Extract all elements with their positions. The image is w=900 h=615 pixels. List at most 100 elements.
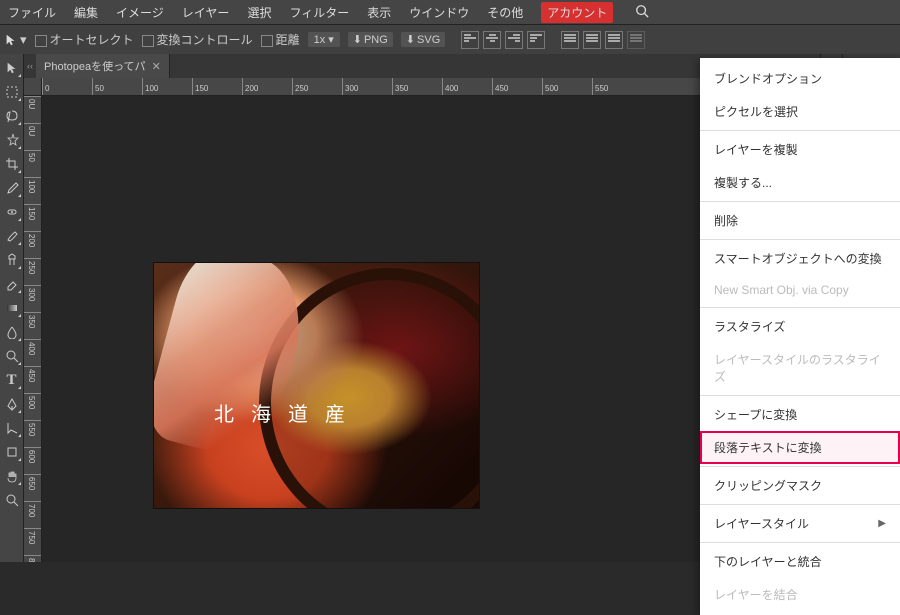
context-menu-item[interactable]: ラスタライズ [700, 310, 900, 343]
context-menu-label: スマートオブジェクトへの変換 [714, 250, 882, 267]
context-menu-item[interactable]: レイヤーを複製 [700, 133, 900, 166]
pen-tool[interactable] [2, 394, 22, 414]
ruler-tick: 300 [342, 78, 358, 96]
canvas[interactable]: 北 海 道 産 [154, 263, 479, 508]
align-top-icon[interactable] [527, 31, 545, 49]
distribute-more-icon[interactable] [627, 31, 645, 49]
ruler-tick: 350 [24, 312, 42, 328]
canvas-image [154, 263, 479, 508]
distribute-h-icon[interactable] [561, 31, 579, 49]
distribute-v-icon[interactable] [583, 31, 601, 49]
brush-tool[interactable] [2, 226, 22, 246]
options-bar: ▾ オートセレクト 変換コントロール 距離 1x▾ ⬇PNG ⬇SVG [0, 24, 900, 54]
context-menu-item[interactable]: シェープに変換 [700, 398, 900, 431]
menu-file[interactable]: ファイル [8, 4, 56, 21]
distance-checkbox[interactable]: 距離 [261, 31, 300, 48]
search-icon[interactable] [635, 4, 649, 21]
clone-tool[interactable] [2, 250, 22, 270]
wand-tool[interactable] [2, 130, 22, 150]
ruler-vertical: 0U0U501001502002503003504004505005506006… [24, 96, 42, 562]
menu-view[interactable]: 表示 [367, 4, 391, 21]
context-menu-label: 複製する... [714, 174, 772, 191]
context-menu-separator [700, 542, 900, 543]
context-menu-label: レイヤースタイルのラスタライズ [714, 351, 886, 385]
context-menu-item[interactable]: クリッピングマスク [700, 469, 900, 502]
menu-filter[interactable]: フィルター [289, 4, 349, 21]
context-menu-item[interactable]: ピクセルを選択 [700, 95, 900, 128]
lasso-tool[interactable] [2, 106, 22, 126]
menu-select[interactable]: 選択 [247, 4, 271, 21]
transform-controls-label: 変換コントロール [157, 33, 253, 47]
eraser-tool[interactable] [2, 274, 22, 294]
context-menu-separator [700, 239, 900, 240]
ruler-tick: 150 [192, 78, 208, 96]
distribute-spacing-icon[interactable] [605, 31, 623, 49]
ruler-tick: 500 [542, 78, 558, 96]
menu-other[interactable]: その他 [487, 4, 523, 21]
auto-select-checkbox[interactable]: オートセレクト [35, 31, 134, 48]
scale-dropdown[interactable]: 1x▾ [308, 32, 340, 47]
align-center-h-icon[interactable] [483, 31, 501, 49]
context-menu-label: 削除 [714, 212, 738, 229]
align-left-icon[interactable] [461, 31, 479, 49]
transform-controls-checkbox[interactable]: 変換コントロール [142, 31, 253, 48]
move-tool-icon[interactable]: ▾ [4, 32, 27, 48]
marquee-tool[interactable] [2, 82, 22, 102]
download-icon: ⬇ [353, 33, 362, 46]
ruler-tick: 650 [24, 474, 42, 490]
context-menu-item: New Smart Obj. via Copy [700, 275, 900, 305]
path-tool[interactable] [2, 418, 22, 438]
ruler-tick: 550 [24, 420, 42, 436]
ruler-tick: 550 [592, 78, 608, 96]
dodge-tool[interactable] [2, 346, 22, 366]
context-menu-item[interactable]: 削除 [700, 204, 900, 237]
context-menu-item[interactable]: レイヤースタイル▶ [700, 507, 900, 540]
download-icon: ⬇ [406, 33, 415, 46]
blur-tool[interactable] [2, 322, 22, 342]
context-menu-label: レイヤースタイル [714, 515, 809, 532]
ruler-tick: 800 [24, 555, 42, 562]
context-menu-item[interactable]: 段落テキストに変換 [700, 431, 900, 464]
document-tab[interactable]: Photopeaを使ってパ ✕ [36, 54, 170, 78]
gradient-tool[interactable] [2, 298, 22, 318]
context-menu-item: レイヤースタイルのラスタライズ [700, 343, 900, 393]
ruler-tick: 400 [24, 339, 42, 355]
zoom-tool[interactable] [2, 490, 22, 510]
ruler-tick: 350 [392, 78, 408, 96]
export-png-button[interactable]: ⬇PNG [348, 32, 393, 47]
move-tool[interactable] [2, 58, 22, 78]
context-menu-item[interactable]: 複製する... [700, 166, 900, 199]
menu-account[interactable]: アカウント [541, 2, 613, 23]
context-menu-label: レイヤーを複製 [714, 141, 798, 158]
context-menu-item[interactable]: ブレンドオプション [700, 62, 900, 95]
shape-tool[interactable] [2, 442, 22, 462]
context-menu-separator [700, 395, 900, 396]
eyedropper-tool[interactable] [2, 178, 22, 198]
menu-layer[interactable]: レイヤー [182, 4, 230, 21]
ruler-tick: 50 [24, 150, 42, 162]
context-menu-separator [700, 504, 900, 505]
export-svg-button[interactable]: ⬇SVG [401, 32, 445, 47]
tab-scroll-left[interactable]: ‹‹ [24, 54, 36, 78]
ruler-tick: 0U [24, 96, 42, 109]
type-tool[interactable]: T [2, 370, 22, 390]
menu-window[interactable]: ウインドウ [409, 4, 469, 21]
ruler-tick: 300 [24, 285, 42, 301]
align-right-icon[interactable] [505, 31, 523, 49]
context-menu-label: クリッピングマスク [714, 477, 822, 494]
canvas-text-layer[interactable]: 北 海 道 産 [214, 398, 351, 427]
heal-tool[interactable] [2, 202, 22, 222]
ruler-tick: 100 [24, 177, 42, 193]
close-tab-icon[interactable]: ✕ [152, 60, 161, 73]
toolbox: T [0, 54, 24, 562]
hand-tool[interactable] [2, 466, 22, 486]
context-menu-label: レイヤーを結合 [714, 586, 798, 603]
crop-tool[interactable] [2, 154, 22, 174]
context-menu-item: レイヤーを結合 [700, 578, 900, 611]
ruler-tick: 700 [24, 501, 42, 517]
context-menu-item[interactable]: スマートオブジェクトへの変換 [700, 242, 900, 275]
menu-image[interactable]: イメージ [116, 4, 164, 21]
ruler-tick: 200 [242, 78, 258, 96]
context-menu-separator [700, 466, 900, 467]
menu-edit[interactable]: 編集 [74, 4, 98, 21]
